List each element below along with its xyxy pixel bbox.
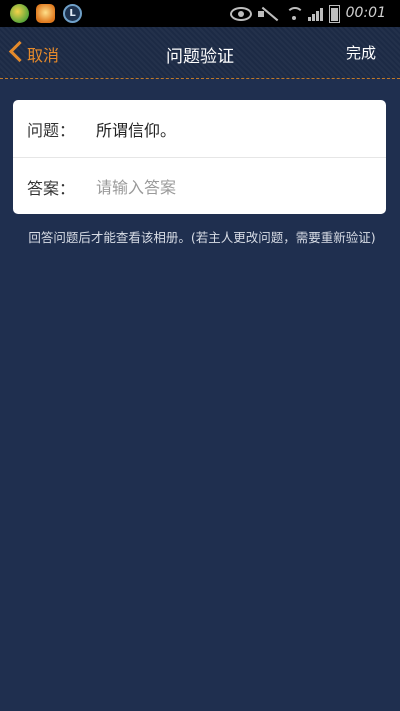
question-label: 问题： bbox=[27, 120, 76, 140]
answer-input[interactable] bbox=[96, 174, 366, 200]
navigation-bar: 取消 问题验证 完成 bbox=[0, 27, 400, 79]
signal-icon bbox=[308, 7, 323, 21]
hint-text: 回答问题后才能查看该相册。(若主人更改问题，需要重新验证) bbox=[28, 230, 376, 245]
game-notification-icon bbox=[36, 4, 55, 23]
question-text: 所谓信仰。 bbox=[96, 120, 177, 140]
answer-row: 答案： bbox=[13, 158, 386, 215]
wifi-icon bbox=[286, 6, 304, 21]
eye-icon bbox=[230, 6, 252, 21]
question-answer-card: 问题： 所谓信仰。 答案： bbox=[13, 100, 386, 214]
status-time: 00:01 bbox=[345, 5, 386, 21]
page-title: 问题验证 bbox=[166, 47, 234, 67]
question-row: 问题： 所谓信仰。 bbox=[13, 100, 386, 158]
done-button[interactable]: 完成 bbox=[346, 42, 376, 63]
mute-icon bbox=[258, 7, 280, 21]
app-notification-icon bbox=[10, 4, 29, 23]
status-bar: L 00:01 bbox=[0, 0, 400, 27]
l-app-notification-icon: L bbox=[63, 4, 82, 23]
status-icons bbox=[230, 4, 340, 23]
battery-icon bbox=[329, 4, 340, 23]
answer-label: 答案： bbox=[27, 178, 76, 198]
